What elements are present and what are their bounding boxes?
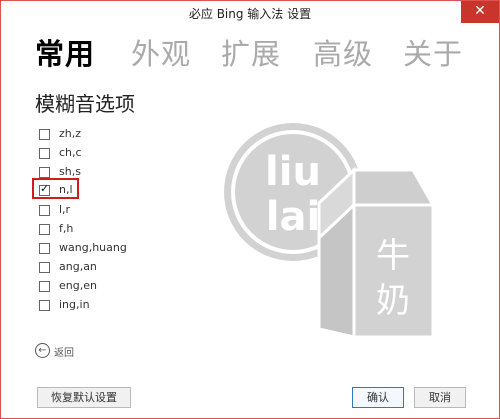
option-eng-en[interactable]: eng,en xyxy=(37,277,207,294)
option-f-h[interactable]: f,h xyxy=(37,220,207,237)
tab-advanced[interactable]: 高级 xyxy=(313,34,373,74)
window-title: 必应 Bing 输入法 设置 xyxy=(188,7,312,21)
option-ing-in[interactable]: ing,in xyxy=(37,296,207,313)
option-label: ch,c xyxy=(59,146,82,159)
option-l-r[interactable]: l,r xyxy=(37,201,207,218)
logo-word-top: liu xyxy=(265,149,321,195)
option-wang-huang[interactable]: wang,huang xyxy=(37,239,207,256)
close-button[interactable]: ✕ xyxy=(461,1,499,23)
tab-extensions[interactable]: 扩展 xyxy=(221,34,281,74)
tab-about[interactable]: 关于 xyxy=(403,34,463,74)
checkbox[interactable] xyxy=(39,167,50,178)
option-label: l,r xyxy=(59,203,71,216)
tab-appearance[interactable]: 外观 xyxy=(131,34,191,74)
carton-char-1: 牛 xyxy=(376,236,410,276)
checkbox[interactable] xyxy=(39,281,50,292)
checkbox[interactable] xyxy=(39,205,50,216)
logo-word-bottom: lai xyxy=(266,194,320,240)
restore-defaults-button[interactable]: 恢复默认设置 xyxy=(37,387,131,408)
option-ang-an[interactable]: ang,an xyxy=(37,258,207,275)
option-label: wang,huang xyxy=(59,241,127,254)
section-title: 模糊音选项 xyxy=(35,92,135,116)
tab-general[interactable]: 常用 xyxy=(35,34,95,74)
checkbox[interactable] xyxy=(39,224,50,235)
title-bar: 必应 Bing 输入法 设置 ✕ xyxy=(1,1,499,26)
option-ch-c[interactable]: ch,c xyxy=(37,144,207,161)
option-zh-z[interactable]: zh,z xyxy=(37,125,207,142)
cancel-button[interactable]: 取消 xyxy=(414,387,466,408)
close-icon: ✕ xyxy=(474,3,486,19)
checkbox[interactable] xyxy=(39,262,50,273)
back-arrow-icon: ← xyxy=(35,343,50,358)
checkbox[interactable] xyxy=(39,129,50,140)
option-label: ing,in xyxy=(59,298,90,311)
option-label: eng,en xyxy=(59,279,97,292)
liulai-milk-logo: liu lai 牛 奶 xyxy=(224,123,436,339)
option-label: zh,z xyxy=(59,127,82,140)
back-label: 返回 xyxy=(54,348,74,359)
confirm-button[interactable]: 确认 xyxy=(352,387,404,408)
carton-char-2: 奶 xyxy=(376,281,410,321)
checkbox[interactable] xyxy=(39,300,50,311)
option-label: ang,an xyxy=(59,260,97,273)
settings-window: 必应 Bing 输入法 设置 ✕ 常用 外观 扩展 高级 关于 模糊音选项 zh… xyxy=(0,0,500,419)
selection-highlight-box xyxy=(32,178,79,199)
option-label: f,h xyxy=(59,222,74,235)
checkbox[interactable] xyxy=(39,243,50,254)
checkbox[interactable] xyxy=(39,148,50,159)
